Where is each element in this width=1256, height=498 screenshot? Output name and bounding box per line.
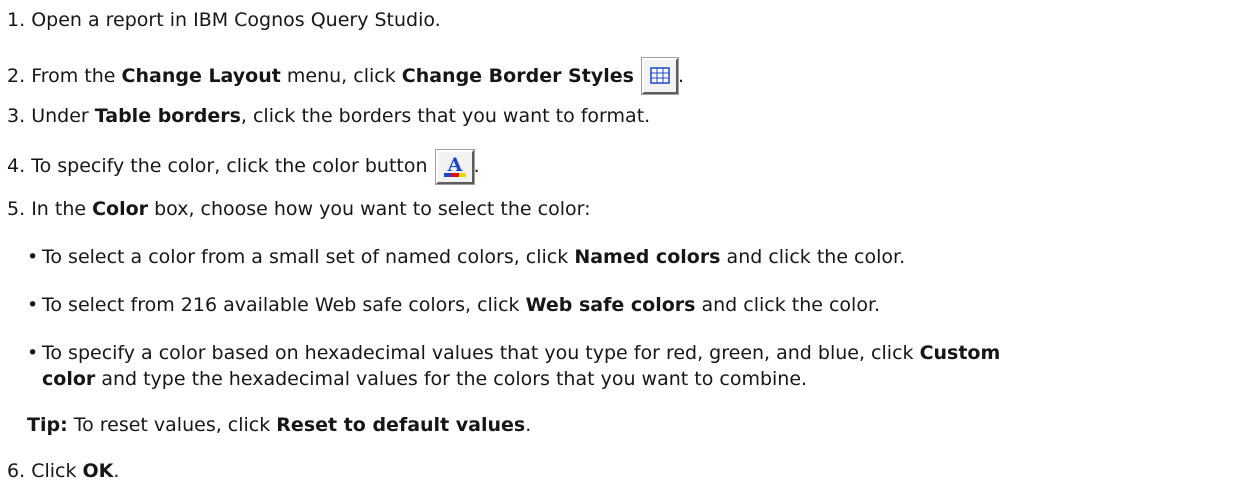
step-2: 2. From the Change Layout menu, click Ch… [7, 58, 684, 94]
step-2-period: . [677, 65, 685, 87]
bullet-dot: • [27, 246, 39, 268]
step-5-text-pre: In the [31, 198, 87, 220]
bullet-dot: • [27, 294, 39, 316]
bullet-3-text-post: and type the hexadecimal values for the … [101, 368, 808, 390]
step-1: 1. Open a report in IBM Cognos Query Stu… [7, 8, 441, 32]
font-color-icon: A [435, 150, 474, 184]
web-safe-colors-label: Web safe colors [525, 294, 696, 316]
custom-color-label-part1: Custom [919, 342, 1001, 364]
custom-color-label-part2: color [42, 368, 96, 390]
tip: Tip: To reset values, click Reset to def… [27, 413, 531, 437]
tip-period: . [525, 414, 532, 436]
table-borders-label: Table borders [94, 105, 241, 127]
step-2-text-mid: menu, click [286, 65, 396, 87]
step-3-text-pre: Under [31, 105, 89, 127]
reset-default-values-label: Reset to default values [276, 414, 526, 436]
step-3-number: 3. [7, 105, 26, 127]
step-5-text-post: box, choose how you want to select the c… [154, 198, 591, 220]
step-2-text-pre: From the [31, 65, 116, 87]
bullet-2-text-post: and click the color. [701, 294, 881, 316]
step-1-text: Open a report in IBM Cognos Query Studio… [31, 9, 441, 31]
list-item: • To specify a color based on hexadecimal… [27, 341, 1000, 365]
step-4-number: 4. [7, 155, 26, 177]
step-4-period: . [473, 155, 480, 177]
change-layout-menu-label: Change Layout [121, 65, 281, 87]
list-item: • To select from 216 available Web safe c… [27, 293, 880, 317]
svg-text:A: A [446, 154, 462, 176]
bullet-3-text: To specify a color based on hexadecimal … [42, 342, 914, 364]
step-4: 4. To specify the color, click the color… [7, 148, 480, 184]
ok-label: OK [82, 460, 114, 482]
step-6: 6. Click OK. [7, 459, 119, 483]
step-5: 5. In the Color box, choose how you want… [7, 197, 590, 221]
step-4-text: To specify the color, click the color bu… [31, 155, 428, 177]
bullet-1-text: To select a color from a small set of na… [42, 246, 569, 268]
bullet-dot: • [27, 342, 39, 364]
step-2-number: 2. [7, 65, 26, 87]
change-border-styles-label: Change Border Styles [401, 65, 634, 87]
instructions-page: 1. Open a report in IBM Cognos Query Stu… [0, 0, 1256, 498]
step-6-text: Click [31, 460, 77, 482]
step-6-period: . [113, 460, 120, 482]
step-1-number: 1. [7, 9, 26, 31]
step-3: 3. Under Table borders, click the border… [7, 104, 650, 128]
step-6-number: 6. [7, 460, 26, 482]
border-grid-icon [641, 58, 678, 94]
bullet-2-text: To select from 216 available Web safe co… [42, 294, 520, 316]
color-box-label: Color [92, 198, 149, 220]
named-colors-label: Named colors [574, 246, 721, 268]
step-3-text-post: , click the borders that you want to for… [240, 105, 651, 127]
tip-label: Tip: [27, 414, 68, 436]
list-item: • To select a color from a small set of n… [27, 245, 905, 269]
tip-text: To reset values, click [73, 414, 271, 436]
bullet-1-text-post: and click the color. [726, 246, 906, 268]
step-5-number: 5. [7, 198, 26, 220]
list-item-continuation: color and type the hexadecimal values fo… [42, 367, 807, 391]
